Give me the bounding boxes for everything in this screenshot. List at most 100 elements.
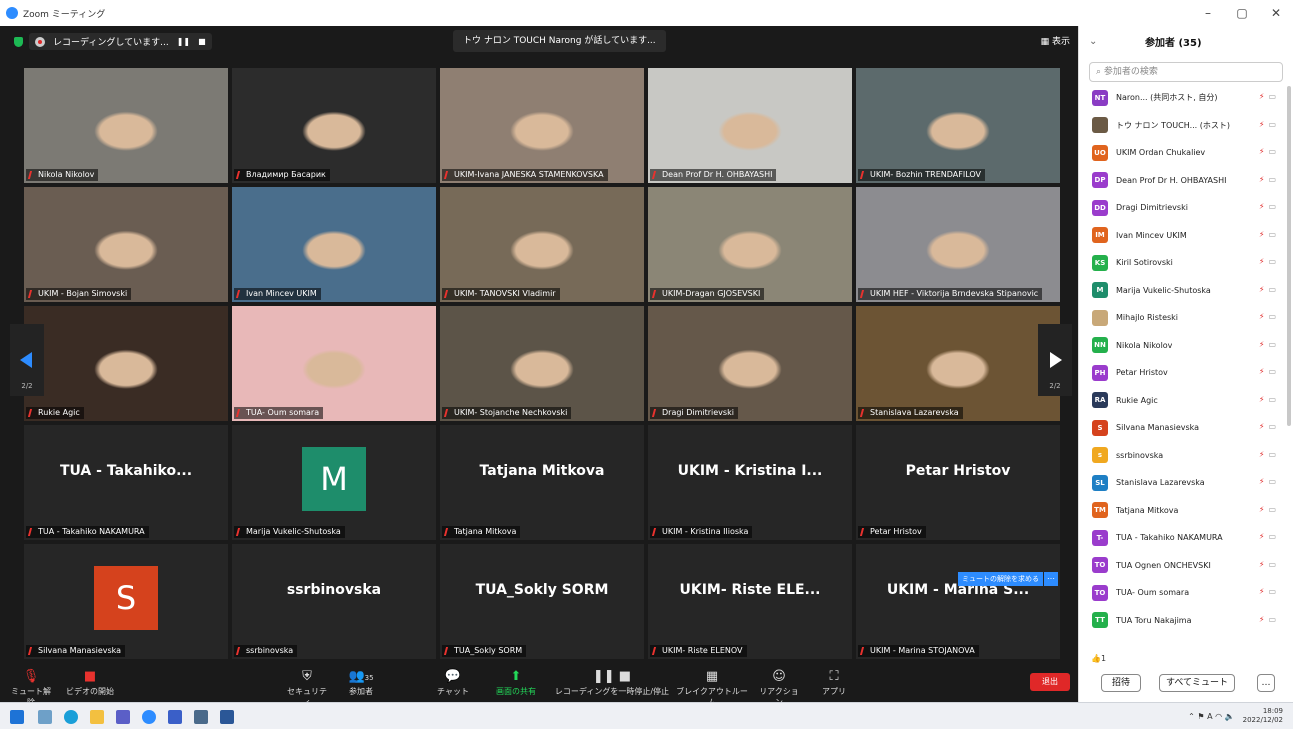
windows-start-icon[interactable] [10, 710, 24, 724]
participant-row[interactable]: M Marija Vukelic-Shutoska ⚡▭ [1079, 277, 1284, 305]
collapse-chevron-icon[interactable]: ⌄ [1089, 36, 1145, 47]
video-tile[interactable]: Dragi Dimitrievski [648, 306, 852, 421]
participant-row[interactable]: IM Ivan Mincev UKIM ⚡▭ [1079, 222, 1284, 250]
video-tile[interactable]: UKIM - Marina S... UKIM - Marina STOJANOV… [856, 544, 1060, 659]
minimize-button[interactable]: – [1191, 0, 1225, 26]
photos-app-icon[interactable] [38, 710, 52, 724]
participants-button[interactable]: 👥35 参加者 [338, 668, 384, 697]
participant-row[interactable]: T- TUA - Takahiko NAKAMURA ⚡▭ [1079, 524, 1284, 552]
video-tile[interactable]: ssrbinovska ssrbinovska [232, 544, 436, 659]
participant-row[interactable]: TO TUA Ognen ONCHEVSKI ⚡▭ [1079, 552, 1284, 580]
tray-icons[interactable]: ⌃ ⚑ A ◠ 🔈 [1188, 712, 1234, 721]
participant-row[interactable]: トウ ナロン TOUCH... (ホスト) ⚡▭ [1079, 112, 1284, 140]
file-explorer-icon[interactable] [90, 710, 104, 724]
encryption-shield-icon[interactable] [14, 36, 23, 47]
video-tile[interactable]: Rukie Agic [24, 306, 228, 421]
mic-camera-status-icon: ⚡▭ [1258, 614, 1280, 624]
video-tile[interactable]: UKIM- Riste ELE... UKIM- Riste ELENOV [648, 544, 852, 659]
participant-avatar: IM [1092, 227, 1108, 244]
participant-row[interactable]: UO UKIM Ordan Chukaliev ⚡▭ [1079, 139, 1284, 167]
edge-icon[interactable] [64, 710, 78, 724]
close-button[interactable]: ✕ [1259, 0, 1293, 26]
participant-name-label: Dean Prof Dr H. OHBAYASHI [650, 169, 777, 181]
participant-row[interactable]: Mihajlo Risteski ⚡▭ [1079, 304, 1284, 332]
tile-more-button[interactable]: … [1044, 572, 1058, 586]
video-tile[interactable]: Ivan Mincev UKIM [232, 187, 436, 302]
participants-icon: 👥35 [348, 669, 374, 684]
video-tile[interactable]: UKIM-Ivana JANESKA STAMENKOVSKA [440, 68, 644, 183]
video-tile[interactable]: TUA_Sokly SORM TUA_Sokly SORM [440, 544, 644, 659]
participant-video [232, 187, 436, 302]
participant-avatar: M [1092, 282, 1108, 299]
participant-name: Rukie Agic [1116, 395, 1158, 405]
video-tile[interactable]: UKIM HEF - Viktorija Brndevska Stipanovi… [856, 187, 1060, 302]
participant-row[interactable]: SL Stanislava Lazarevska ⚡▭ [1079, 469, 1284, 497]
participant-row[interactable]: PH Petar Hristov ⚡▭ [1079, 359, 1284, 387]
stop-icon[interactable]: ■ [198, 37, 206, 46]
participant-row[interactable]: NN Nikola Nikolov ⚡▭ [1079, 332, 1284, 360]
video-tile[interactable]: TUA - Takahiko... TUA - Takahiko NAKAMURA [24, 425, 228, 540]
mute-all-button[interactable]: すべてミュート [1159, 674, 1235, 692]
participant-row[interactable]: TT TUA Toru Nakajima ⚡▭ [1079, 607, 1284, 635]
participant-display-name: Petar Hristov [905, 463, 1011, 479]
video-tile[interactable]: UKIM - Kristina I... UKIM - Kristina Ilio… [648, 425, 852, 540]
video-tile[interactable]: Dean Prof Dr H. OHBAYASHI [648, 68, 852, 183]
chat-button[interactable]: 💬 チャット [430, 668, 476, 697]
video-tile[interactable]: S Silvana Manasievska [24, 544, 228, 659]
participant-row[interactable]: TM Tatjana Mitkova ⚡▭ [1079, 497, 1284, 525]
pause-icon[interactable]: ❚❚ [177, 37, 190, 46]
pause-recording-button[interactable]: ❚❚ ■ レコーディングを一時停止/停止 [552, 668, 672, 697]
panel-more-button[interactable]: … [1257, 674, 1275, 692]
participant-display-name: ssrbinovska [286, 582, 382, 598]
panel-scrollbar[interactable] [1287, 86, 1291, 426]
participant-row[interactable]: RA Rukie Agic ⚡▭ [1079, 387, 1284, 415]
participant-name-label: Rukie Agic [26, 407, 84, 419]
snipping-icon[interactable] [194, 710, 208, 724]
maximize-button[interactable]: ▢ [1225, 0, 1259, 26]
video-tile[interactable]: TUA- Oum somara [232, 306, 436, 421]
video-tile[interactable]: M Marija Vukelic-Shutoska [232, 425, 436, 540]
start-video-button[interactable]: ■ ビデオの開始 [60, 668, 120, 697]
prev-page-button[interactable]: 2/2 [10, 324, 44, 396]
participant-search-input[interactable]: ⌕ 参加者の検索 [1089, 62, 1283, 82]
share-screen-button[interactable]: ⬆ 画面の共有 [490, 668, 542, 697]
video-tile[interactable]: Владимир Басарик [232, 68, 436, 183]
apps-button[interactable]: ⛶ アプリ [814, 668, 854, 697]
video-tile[interactable]: UKIM- Bozhin TRENDAFILOV [856, 68, 1060, 183]
video-tile[interactable]: UKIM-Dragan GJOSEVSKI [648, 187, 852, 302]
share-icon: ⬆ [510, 669, 522, 684]
video-tile[interactable]: Nikola Nikolov [24, 68, 228, 183]
participant-name: Kiril Sotirovski [1116, 258, 1173, 268]
teams-icon[interactable] [116, 710, 130, 724]
ask-unmute-button[interactable]: ミュートの解除を求める [958, 572, 1043, 586]
zoom-taskbar-icon[interactable] [142, 710, 156, 724]
mic-camera-status-icon: ⚡▭ [1258, 119, 1280, 129]
participant-row[interactable]: S Silvana Manasievska ⚡▭ [1079, 414, 1284, 442]
participant-row[interactable]: DP Dean Prof Dr H. OHBAYASHI ⚡▭ [1079, 167, 1284, 195]
participant-avatar: M [302, 447, 366, 511]
recording-indicator[interactable]: レコーディングしています... ❚❚ ■ [29, 33, 212, 50]
video-tile[interactable]: Stanislava Lazarevska [856, 306, 1060, 421]
breakout-icon: ▦ [705, 669, 719, 684]
participant-row[interactable]: DD Dragi Dimitrievski ⚡▭ [1079, 194, 1284, 222]
participant-row[interactable]: NT Naron... (共同ホスト, 自分) ⚡▭ [1079, 84, 1284, 112]
view-button[interactable]: ▦ 表示 [1041, 34, 1070, 47]
participant-row[interactable]: KS Kiril Sotirovski ⚡▭ [1079, 249, 1284, 277]
participant-name-label: UKIM-Dragan GJOSEVSKI [650, 288, 765, 300]
next-page-button[interactable]: 2/2 [1038, 324, 1072, 396]
leave-button[interactable]: 退出 [1030, 673, 1070, 691]
participant-name-label: UKIM- TANOVSKI Vladimir [442, 288, 560, 300]
participant-row[interactable]: s ssrbinovska ⚡▭ [1079, 442, 1284, 470]
video-tile[interactable]: UKIM- Stojanche Nechkovski [440, 306, 644, 421]
video-tile[interactable]: UKIM- TANOVSKI Vladimir [440, 187, 644, 302]
mic-camera-status-icon: ⚡▭ [1258, 339, 1280, 349]
video-tile[interactable]: Tatjana Mitkova Tatjana Mitkova [440, 425, 644, 540]
invite-button[interactable]: 招待 [1101, 674, 1141, 692]
participant-row[interactable]: TO TUA- Oum somara ⚡▭ [1079, 579, 1284, 607]
participant-name: Silvana Manasievska [1116, 423, 1200, 433]
video-tile[interactable]: UKIM - Bojan Simovski [24, 187, 228, 302]
video-tile[interactable]: Petar Hristov Petar Hristov [856, 425, 1060, 540]
participant-name-label: Dragi Dimitrievski [650, 407, 738, 419]
word-icon[interactable] [220, 710, 234, 724]
app-icon[interactable] [168, 710, 182, 724]
